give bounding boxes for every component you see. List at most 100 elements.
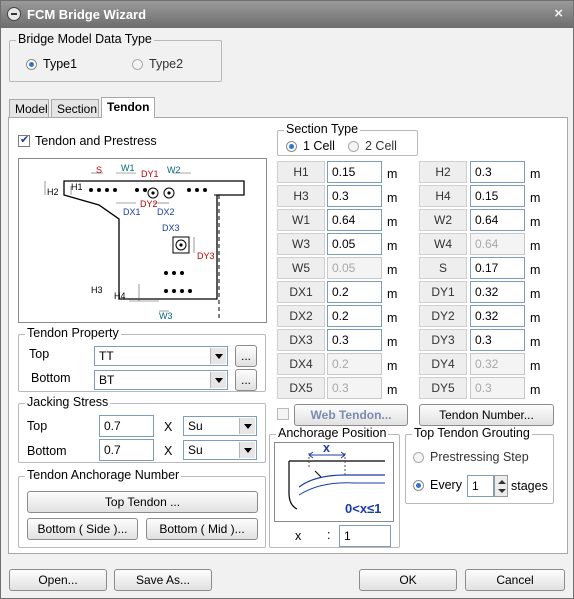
tendon-property-label: Tendon Property [25,326,121,340]
anchorage-x-field[interactable]: 1 [339,525,391,547]
bottom-side-button[interactable]: Bottom ( Side )... [27,518,138,540]
param-field-h4[interactable]: 0.15 [470,185,525,207]
jacking-bottom-label: Bottom [27,444,67,458]
jacking-bottom-times: X [164,444,173,458]
param-field-w2[interactable]: 0.64 [470,209,525,231]
every-stage-field[interactable]: 1 [467,475,494,497]
prestressing-step-label: Prestressing Step [430,450,529,464]
prestressing-step-radio[interactable]: Prestressing Step [413,450,529,464]
param-name-dy1: DY1 [419,281,467,303]
param-field-dy1[interactable]: 0.32 [470,281,525,303]
param-field-w3[interactable]: 0.05 [327,233,382,255]
jacking-stress-label: Jacking Stress [25,395,111,409]
chevron-down-icon[interactable] [239,418,255,434]
param-unit-w4: m [530,239,541,253]
tendon-property-top-select[interactable]: TT [94,346,228,366]
tendon-property-bottom-browse-button[interactable]: ... [235,369,257,391]
ok-button[interactable]: OK [359,569,457,591]
param-name-w1: W1 [277,209,325,231]
one-cell-radio[interactable]: 1 Cell [286,139,335,153]
radio-unselected-icon [413,451,424,463]
chevron-down-icon[interactable] [210,372,226,388]
type1-radio[interactable]: Type1 [26,57,77,71]
param-name-dy4: DY4 [419,353,467,375]
stages-label: stages [511,479,548,493]
cancel-button[interactable]: Cancel [465,569,565,591]
radio-selected-icon [413,479,424,491]
radio-selected-icon [286,140,297,152]
diagram-label-h2: H2 [47,187,59,197]
param-field-dy4: 0.32 [470,353,525,375]
param-field-s[interactable]: 0.17 [470,257,525,279]
param-name-dx5: DX5 [277,377,325,399]
chevron-down-icon[interactable] [239,442,255,458]
diagram-label-h4: H4 [114,291,126,301]
tendon-property-bottom-value: BT [99,373,115,387]
param-field-h1[interactable]: 0.15 [327,161,382,183]
tendon-number-button[interactable]: Tendon Number... [419,404,554,426]
section-type-group: Section Type 1 Cell 2 Cell [277,122,418,156]
param-field-w4: 0.64 [470,233,525,255]
tab-model[interactable]: Model [9,99,49,118]
param-name-h1: H1 [277,161,325,183]
jacking-top-times: X [164,420,173,434]
two-cell-radio[interactable]: 2 Cell [348,139,397,153]
param-field-h2[interactable]: 0.3 [470,161,525,183]
diagram-label-w3: W3 [159,311,173,321]
diagram-label-dy1: DY1 [141,169,159,179]
diagram-label-h3: H3 [91,285,103,295]
anchorage-diagram-x: x [323,441,330,455]
param-name-w3: W3 [277,233,325,255]
tendon-property-top-browse-button[interactable]: ... [235,345,257,367]
chevron-down-icon[interactable] [210,348,226,364]
param-field-dx2[interactable]: 0.2 [327,305,382,327]
web-tendon-checkbox[interactable] [277,408,289,420]
bottom-mid-button[interactable]: Bottom ( Mid )... [146,518,258,540]
close-icon[interactable]: × [554,5,563,22]
param-unit-w5: m [387,263,398,277]
param-field-w5: 0.05 [327,257,382,279]
title-bar[interactable]: FCM Bridge Wizard × [1,1,573,28]
param-field-h3[interactable]: 0.3 [327,185,382,207]
diagram-label-dx2: DX2 [157,207,175,217]
jacking-bottom-unit-select[interactable]: Su [183,440,257,460]
window-menu-icon[interactable] [7,7,21,21]
spin-down-icon[interactable] [498,489,506,493]
param-unit-w2: m [530,215,541,229]
param-name-dx1: DX1 [277,281,325,303]
param-unit-dx4: m [387,359,398,373]
type2-label: Type2 [149,57,184,71]
param-name-w5: W5 [277,257,325,279]
anchorage-number-label: Tendon Anchorage Number [25,468,182,482]
param-name-dx4: DX4 [277,353,325,375]
open-button[interactable]: Open... [9,569,107,591]
jacking-bottom-field[interactable]: 0.7 [99,439,154,461]
jacking-top-unit-select[interactable]: Su [183,416,257,436]
param-field-w1[interactable]: 0.64 [327,209,382,231]
tab-section[interactable]: Section [51,99,99,118]
param-field-dx1[interactable]: 0.2 [327,281,382,303]
jacking-top-field[interactable]: 0.7 [99,415,154,437]
param-unit-h4: m [530,191,541,205]
param-field-dy3[interactable]: 0.3 [470,329,525,351]
param-field-dx3[interactable]: 0.3 [327,329,382,351]
param-name-h2: H2 [419,161,467,183]
diagram-label-w1: W1 [121,163,135,173]
save-as-button[interactable]: Save As... [114,569,212,591]
tendon-property-top-label: Top [29,347,50,361]
spin-up-icon[interactable] [498,480,506,484]
every-stage-spinner[interactable] [494,475,508,497]
param-name-dx3: DX3 [277,329,325,351]
every-radio[interactable]: Every [413,478,462,492]
jacking-top-unit-value: Su [188,419,203,433]
every-label: Every [430,478,462,492]
top-tendon-button[interactable]: Top Tendon ... [27,491,258,513]
type2-radio[interactable]: Type2 [132,57,183,71]
diagram-label-w2: W2 [167,165,181,175]
tendon-prestress-checkbox[interactable]: Tendon and Prestress [18,133,157,148]
param-field-dy2[interactable]: 0.32 [470,305,525,327]
param-name-dy2: DY2 [419,305,467,327]
tab-tendon[interactable]: Tendon [101,97,155,118]
tendon-property-bottom-select[interactable]: BT [94,370,228,390]
param-name-w4: W4 [419,233,467,255]
